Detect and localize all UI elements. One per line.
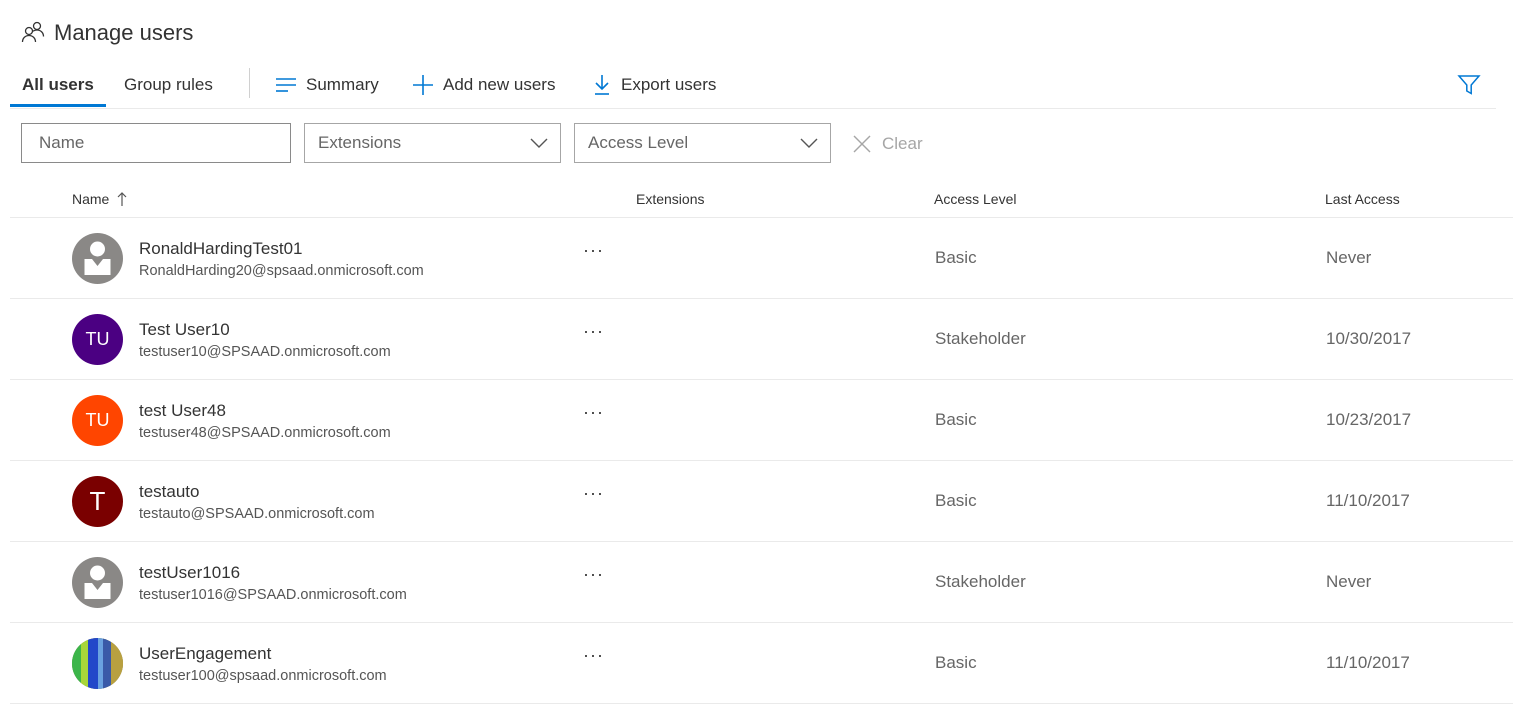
avatar: TU <box>72 395 123 446</box>
column-header-name[interactable]: Name <box>72 191 129 207</box>
avatar-initials: TU <box>85 410 110 430</box>
user-display-name: test User48 <box>139 401 226 420</box>
people-icon <box>21 21 45 43</box>
user-display-name: RonaldHardingTest01 <box>139 239 303 258</box>
command-separator <box>249 68 250 98</box>
avatar: TU <box>72 314 123 365</box>
extensions-dropdown[interactable]: Extensions <box>304 123 561 163</box>
avatar <box>72 557 123 608</box>
access-level-value: Basic <box>935 248 977 267</box>
plus-icon <box>413 75 433 95</box>
last-access-value: 11/10/2017 <box>1326 653 1410 672</box>
user-email: testuser100@spsaad.onmicrosoft.com <box>139 668 387 684</box>
page-title: Manage users <box>54 20 194 45</box>
export-users-label: Export users <box>621 75 717 94</box>
user-email: testuser48@SPSAAD.onmicrosoft.com <box>139 425 391 441</box>
last-access-value: 10/23/2017 <box>1326 410 1412 429</box>
tab-all-users[interactable]: All users <box>10 64 106 107</box>
more-actions-button[interactable]: ··· <box>583 321 604 342</box>
clear-filters-label: Clear <box>882 134 923 153</box>
name-filter-field[interactable] <box>21 123 291 163</box>
avatar <box>72 233 123 284</box>
table-row[interactable]: Ttestauto testauto@SPSAAD.onmicrosoft.com… <box>10 461 1513 542</box>
more-actions-button[interactable]: ··· <box>583 483 604 504</box>
user-display-name: Test User10 <box>139 320 230 339</box>
last-access-value: 10/30/2017 <box>1326 329 1412 348</box>
table-header: Name Extensions Access Level Last Access <box>10 180 1513 218</box>
column-header-access-level[interactable]: Access Level <box>934 191 1016 207</box>
column-header-last-access[interactable]: Last Access <box>1325 191 1400 207</box>
user-display-name: testauto <box>139 482 200 501</box>
access-level-value: Basic <box>935 653 977 672</box>
default-person-icon <box>84 241 111 275</box>
more-actions-button[interactable]: ··· <box>583 645 604 666</box>
column-header-extensions[interactable]: Extensions <box>636 191 704 207</box>
clear-filters-button[interactable]: Clear <box>852 131 923 157</box>
user-display-name: testUser1016 <box>139 563 241 582</box>
summary-lines-icon <box>276 78 296 92</box>
extensions-dropdown-value: Extensions <box>318 133 402 152</box>
access-level-dropdown[interactable]: Access Level <box>574 123 831 163</box>
user-email: testuser10@SPSAAD.onmicrosoft.com <box>139 344 391 360</box>
user-email: testauto@SPSAAD.onmicrosoft.com <box>139 506 375 522</box>
avatar-initials: T <box>89 486 106 516</box>
default-person-icon <box>84 565 111 599</box>
export-users-button[interactable]: Export users <box>592 64 716 106</box>
access-level-dropdown-value: Access Level <box>588 133 689 152</box>
table-row[interactable]: UserEngagement testuser100@spsaad.onmicro… <box>10 623 1513 704</box>
page-header: Manage users <box>20 16 193 50</box>
access-level-value: Basic <box>935 410 977 429</box>
chevron-down-icon <box>530 138 548 148</box>
summary-button[interactable]: Summary <box>275 64 379 106</box>
last-access-value: Never <box>1326 572 1372 591</box>
name-filter-input[interactable] <box>39 133 279 153</box>
access-level-value: Stakeholder <box>935 572 1026 591</box>
column-header-name-label: Name <box>72 191 110 207</box>
more-actions-button[interactable]: ··· <box>583 402 604 423</box>
tab-group-rules[interactable]: Group rules <box>124 64 213 106</box>
table-row[interactable]: testUser1016 testuser1016@SPSAAD.onmicros… <box>10 542 1513 623</box>
last-access-value: 11/10/2017 <box>1326 491 1410 510</box>
user-display-name: UserEngagement <box>139 644 272 663</box>
download-icon <box>595 75 609 95</box>
user-email: testuser1016@SPSAAD.onmicrosoft.com <box>139 587 407 603</box>
avatar-initials: TU <box>85 329 110 349</box>
command-bar: All users Group rules Summary Add new us… <box>10 64 1496 109</box>
avatar: T <box>72 476 123 527</box>
tab-group-rules-label: Group rules <box>124 75 213 94</box>
access-level-value: Stakeholder <box>935 329 1026 348</box>
more-actions-button[interactable]: ··· <box>583 240 604 261</box>
table-row[interactable]: TU Test User10 testuser10@SPSAAD.onmicroso… <box>10 299 1513 380</box>
last-access-value: Never <box>1326 248 1372 267</box>
table-row[interactable]: RonaldHardingTest01 RonaldHarding20@spsaa… <box>10 218 1513 299</box>
sort-up-arrow-icon <box>117 192 127 206</box>
tab-all-users-label: All users <box>22 75 94 94</box>
avatar <box>72 638 123 689</box>
add-new-users-button[interactable]: Add new users <box>412 64 555 106</box>
more-actions-button[interactable]: ··· <box>583 564 604 585</box>
user-email: RonaldHarding20@spsaad.onmicrosoft.com <box>139 263 424 279</box>
close-icon <box>853 135 871 153</box>
summary-label: Summary <box>306 75 379 94</box>
add-new-users-label: Add new users <box>443 75 556 94</box>
filter-icon[interactable] <box>1456 72 1482 98</box>
access-level-value: Basic <box>935 491 977 510</box>
user-photo <box>72 638 123 689</box>
chevron-down-icon <box>800 138 818 148</box>
table-row[interactable]: TU test User48 testuser48@SPSAAD.onmicroso… <box>10 380 1513 461</box>
